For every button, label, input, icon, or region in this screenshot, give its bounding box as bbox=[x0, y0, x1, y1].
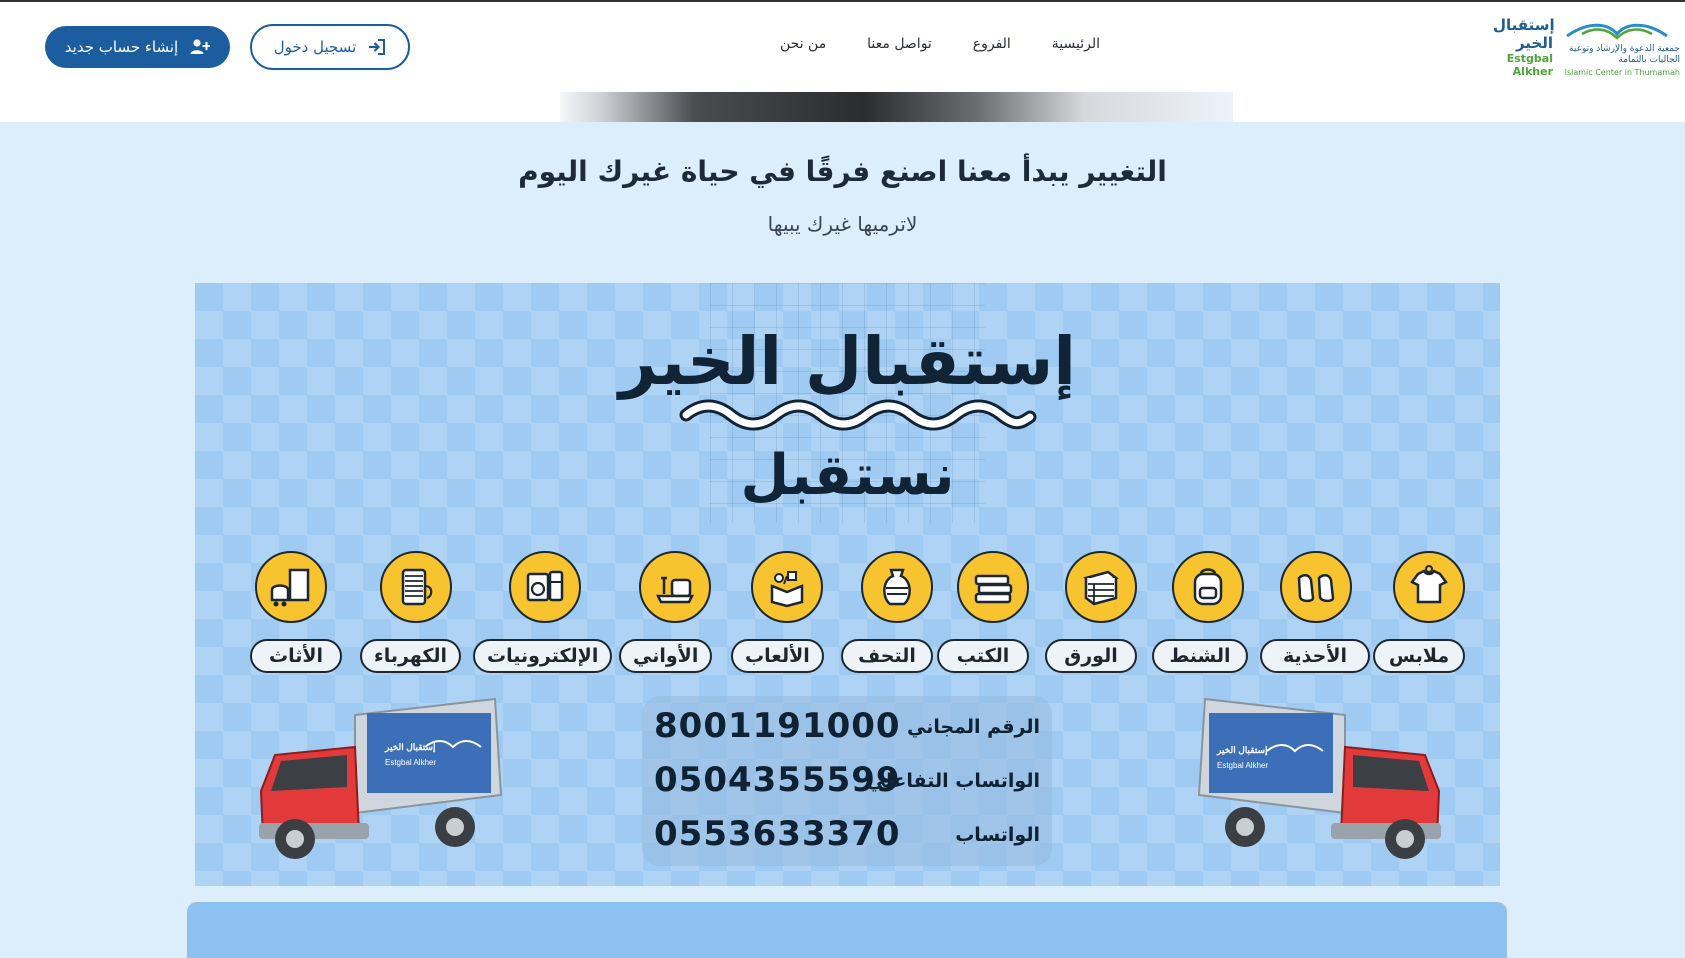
category-label: ملابس bbox=[1373, 639, 1465, 673]
page-headline: التغيير يبدأ معنا اصنع فرقًا في حياة غير… bbox=[518, 155, 1167, 188]
register-button[interactable]: إنشاء حساب جديد bbox=[45, 26, 230, 68]
category-antiques: التحف bbox=[841, 551, 951, 681]
category-paper: الورق bbox=[1045, 551, 1155, 681]
category-label: الأواني bbox=[619, 639, 713, 673]
category-label: الشنط bbox=[1152, 639, 1248, 673]
category-label: الإلكترونيات bbox=[473, 639, 613, 673]
sign-in-icon bbox=[369, 39, 386, 55]
contact-label: الواتساب التفاعلي bbox=[866, 770, 1040, 792]
category-label: الورق bbox=[1045, 639, 1137, 673]
site-header: إنشاء حساب جديد تسجيل دخول الرئيسية الفر… bbox=[0, 2, 1685, 92]
logo-org-en: Islamic Center in Thumamah bbox=[1564, 68, 1680, 77]
category-clothes: ملابس bbox=[1373, 551, 1483, 681]
shoes-icon bbox=[1280, 551, 1352, 623]
banner-subtitle: نستقبل bbox=[740, 443, 955, 508]
logo-brand-ar: إستقبال الخير bbox=[1493, 16, 1555, 52]
contact-row-interactive-whatsapp: 0504355599 الواتساب التفاعلي bbox=[642, 760, 1052, 808]
category-electricity: الكهرباء bbox=[360, 551, 470, 681]
login-button[interactable]: تسجيل دخول bbox=[250, 24, 410, 70]
logo-brand-en: Estgbal Alkher bbox=[1506, 52, 1553, 78]
donation-banner: إستقبال الخير نستقبل ملابس الأحذية الشنط… bbox=[195, 283, 1500, 886]
cookware-icon bbox=[639, 551, 711, 623]
nav-about[interactable]: من نحن bbox=[780, 36, 826, 60]
contact-number[interactable]: 0504355599 bbox=[654, 760, 901, 800]
hero-photo bbox=[560, 92, 1233, 122]
site-logo[interactable]: إستقبال الخير Estgbal Alkher جمعية الدعو… bbox=[1480, 14, 1680, 84]
contact-label: الرقم المجاني bbox=[907, 716, 1040, 738]
shirt-icon bbox=[1393, 551, 1465, 623]
login-button-label: تسجيل دخول bbox=[273, 38, 357, 56]
wave-underline bbox=[679, 399, 1037, 431]
vase-icon bbox=[861, 551, 933, 623]
cable-spool-icon bbox=[380, 551, 452, 623]
left-truck-illustration: إستقبال الخير Estgbal Alkher bbox=[259, 697, 503, 859]
contact-label: الواتساب bbox=[955, 824, 1040, 846]
category-label: التحف bbox=[841, 639, 933, 673]
add-user-icon bbox=[190, 39, 211, 54]
contact-panel: 8001191000 الرقم المجاني 0504355599 الوا… bbox=[642, 696, 1052, 866]
contact-number[interactable]: 8001191000 bbox=[654, 706, 901, 746]
truck-sign-brand-ar: إستقبال الخير bbox=[1216, 745, 1268, 756]
paper-stack-icon bbox=[1065, 551, 1137, 623]
category-books: الكتب bbox=[937, 551, 1047, 681]
books-icon bbox=[957, 551, 1029, 623]
category-label: الكهرباء bbox=[360, 639, 462, 673]
category-furniture: الأثاث bbox=[250, 551, 360, 681]
category-shoes: الأحذية bbox=[1260, 551, 1370, 681]
main-nav: الرئيسية الفروع تواصل معنا من نحن bbox=[780, 36, 1100, 60]
category-electronics: الإلكترونيات bbox=[473, 551, 613, 681]
truck-sign-brand-en: Estgbal Alkher bbox=[1217, 761, 1268, 770]
nav-contact[interactable]: تواصل معنا bbox=[867, 36, 932, 60]
next-section-card bbox=[187, 902, 1507, 958]
page-subline: لاترميها غيرك يبيها bbox=[767, 212, 918, 236]
right-truck-illustration: إستقبال الخير Estgbal Alkher bbox=[1197, 697, 1441, 859]
truck-sign-brand-en: Estgbal Alkher bbox=[385, 758, 436, 767]
nav-branches[interactable]: الفروع bbox=[973, 36, 1011, 60]
category-label: الأحذية bbox=[1260, 639, 1370, 673]
contact-row-toll-free: 8001191000 الرقم المجاني bbox=[642, 706, 1052, 754]
backpack-icon bbox=[1172, 551, 1244, 623]
hero-image-strip bbox=[0, 92, 1685, 122]
nav-home[interactable]: الرئيسية bbox=[1052, 36, 1100, 60]
category-label: الألعاب bbox=[731, 639, 824, 673]
contact-number[interactable]: 0553633370 bbox=[654, 814, 901, 854]
toy-box-icon bbox=[751, 551, 823, 623]
banner-title: إستقبال الخير bbox=[619, 323, 1076, 400]
open-book-logo-icon bbox=[1566, 23, 1668, 40]
contact-row-whatsapp: 0553633370 الواتساب bbox=[642, 814, 1052, 862]
furniture-icon bbox=[255, 551, 327, 623]
category-bags: الشنط bbox=[1152, 551, 1262, 681]
appliances-icon bbox=[509, 551, 581, 623]
register-button-label: إنشاء حساب جديد bbox=[64, 38, 179, 56]
category-label: الأثاث bbox=[250, 639, 342, 673]
category-toys: الألعاب bbox=[731, 551, 841, 681]
category-cookware: الأواني bbox=[619, 551, 729, 681]
logo-org-ar: جمعية الدعوة والإرشاد وتوعية الجاليات با… bbox=[1569, 44, 1680, 65]
